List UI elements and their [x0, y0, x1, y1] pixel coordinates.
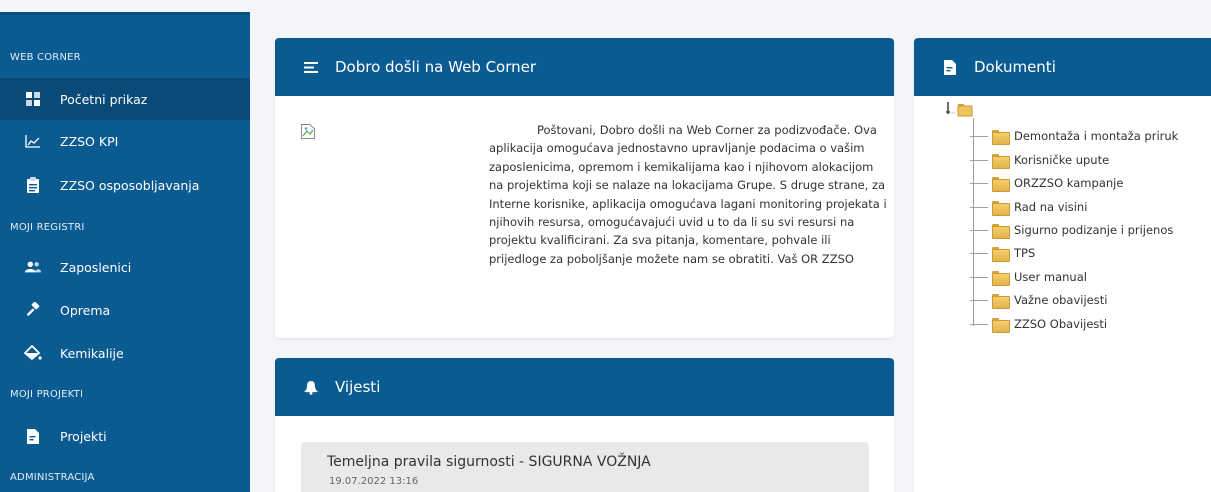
sidebar-item-kemikalije[interactable]: Kemikalije [0, 332, 250, 374]
folder-icon [992, 200, 1010, 216]
welcome-card-header: Dobro došli na Web Corner [275, 38, 894, 96]
section-title-moji-projekti: MOJI PROJEKTI [10, 389, 84, 400]
gavel-icon [24, 301, 42, 319]
sidebar-item-label: Kemikalije [60, 345, 124, 361]
folder-icon [992, 129, 1010, 145]
welcome-card-title: Dobro došli na Web Corner [335, 58, 537, 76]
folder-icon [992, 176, 1010, 192]
tree-folder-label[interactable]: Sigurno podizanje i prijenos [1014, 223, 1173, 237]
menu-icon [303, 59, 319, 75]
tree-folder[interactable]: Rad na visini [970, 197, 1087, 217]
tree-branch [970, 299, 988, 301]
tree-folder[interactable]: TPS [970, 243, 1035, 263]
tree-root-folder-icon [946, 102, 973, 117]
documents-card: Dokumenti Demontaža i montaža priruk Kor… [914, 38, 1211, 492]
tree-folder-label[interactable]: Korisničke upute [1014, 153, 1109, 167]
sidebar-item-pocetni-prikaz[interactable]: Početni prikaz [0, 78, 250, 120]
section-title-administracija: ADMINISTRACIJA [10, 472, 95, 483]
tree-branch [970, 135, 988, 137]
welcome-card: Dobro došli na Web Corner Poštovani, Dob… [275, 38, 894, 338]
sidebar-item-oprema[interactable]: Oprema [0, 289, 250, 331]
news-item[interactable]: Temeljna pravila sigurnosti - SIGURNA VO… [301, 442, 869, 492]
folder-icon [992, 153, 1010, 169]
tree-folder-label[interactable]: Demontaža i montaža priruk [1014, 129, 1178, 143]
sidebar-item-projekti[interactable]: Projekti [0, 415, 250, 457]
tree-branch [970, 159, 988, 161]
documents-card-title: Dokumenti [974, 58, 1056, 76]
tree-branch [970, 276, 988, 278]
section-title-web-corner: WEB CORNER [10, 52, 81, 63]
news-card-header: Vijesti [275, 358, 894, 416]
sidebar-item-label: Oprema [60, 302, 111, 318]
tree-folder-label[interactable]: Rad na visini [1014, 200, 1087, 214]
tree-folder[interactable]: Sigurno podizanje i prijenos [970, 220, 1173, 240]
documents-card-header: Dokumenti [914, 38, 1211, 96]
tree-folder-label[interactable]: TPS [1014, 246, 1035, 260]
document-icon [24, 427, 42, 445]
sidebar: WEB CORNER Početni prikaz ZZSO KPI ZZSO … [0, 12, 250, 492]
tree-folder[interactable]: Važne obavijesti [970, 290, 1107, 310]
sidebar-item-zaposlenici[interactable]: Zaposlenici [0, 246, 250, 288]
fill-drip-icon [24, 344, 42, 362]
broken-image-icon [301, 124, 317, 140]
tree-folder-label[interactable]: User manual [1014, 270, 1087, 284]
tree-branch [970, 252, 988, 254]
welcome-card-body: Poštovani, Dobro došli na Web Corner za … [275, 96, 894, 336]
news-card-title: Vijesti [335, 378, 381, 396]
sidebar-item-label: Projekti [60, 428, 107, 444]
sidebar-item-label: ZZSO KPI [60, 133, 119, 149]
tree-root[interactable] [944, 100, 984, 120]
folder-icon [992, 270, 1010, 286]
file-icon [942, 59, 958, 75]
tree-folder[interactable]: Korisničke upute [970, 150, 1109, 170]
news-card: Vijesti Temeljna pravila sigurnosti - SI… [275, 358, 894, 492]
tree-folder-label[interactable]: ORZZSO kampanje [1014, 176, 1123, 190]
tree-folder[interactable]: User manual [970, 267, 1087, 287]
folder-icon [992, 317, 1010, 333]
tree-folder-label[interactable]: ZZSO Obavijesti [1014, 317, 1107, 331]
dashboard-icon [24, 90, 42, 108]
sidebar-item-label: Zaposlenici [60, 259, 132, 275]
folder-icon [992, 223, 1010, 239]
tree-branch [970, 206, 988, 208]
tree-folder[interactable]: ZZSO Obavijesti [970, 314, 1107, 334]
clipboard-icon [24, 176, 42, 194]
tree-branch [970, 182, 988, 184]
tree-folder[interactable]: Demontaža i montaža priruk [970, 126, 1178, 146]
tree-folder-label[interactable]: Važne obavijesti [1014, 293, 1107, 307]
news-item-title[interactable]: Temeljna pravila sigurnosti - SIGURNA VO… [327, 454, 651, 470]
sidebar-top-accent [0, 12, 250, 15]
tree-branch [970, 323, 988, 325]
users-icon [24, 258, 42, 276]
line-chart-icon [24, 132, 42, 150]
sidebar-item-zzso-kpi[interactable]: ZZSO KPI [0, 120, 250, 162]
tree-folder[interactable]: ORZZSO kampanje [970, 173, 1123, 193]
folder-icon [992, 293, 1010, 309]
welcome-text: Poštovani, Dobro došli na Web Corner za … [489, 123, 887, 266]
section-title-moji-registri: MOJI REGISTRI [10, 222, 85, 233]
sidebar-item-zzso-osposobljavanja[interactable]: ZZSO osposobljavanja [0, 164, 250, 206]
folder-icon [992, 246, 1010, 262]
tree-branch [970, 229, 988, 231]
sidebar-item-label: Početni prikaz [60, 91, 148, 107]
sidebar-item-label: ZZSO osposobljavanja [60, 177, 200, 193]
bell-icon [303, 379, 319, 395]
news-item-date: 19.07.2022 13:16 [329, 476, 419, 487]
